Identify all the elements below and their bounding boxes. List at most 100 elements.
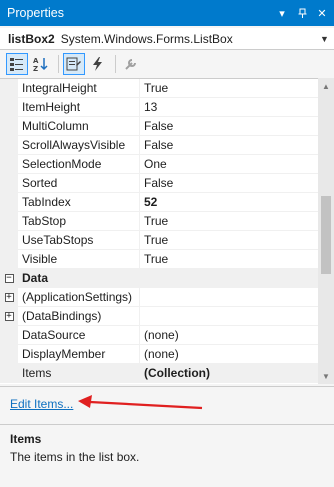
property-name: (DataBindings) [18, 307, 140, 325]
property-row[interactable]: IntegralHeight True [0, 79, 318, 98]
property-name: ScrollAlwaysVisible [18, 136, 140, 154]
events-button[interactable] [87, 53, 109, 75]
svg-text:Z: Z [33, 65, 38, 72]
scrollbar-thumb[interactable] [321, 196, 331, 274]
row-gutter [0, 212, 18, 230]
property-name: (ApplicationSettings) [18, 288, 140, 306]
property-row[interactable]: TabStop True [0, 212, 318, 231]
row-gutter [0, 364, 18, 382]
property-row[interactable]: MultiColumn False [0, 117, 318, 136]
auto-hide-pin-icon[interactable] [294, 5, 310, 21]
events-icon [93, 57, 102, 71]
property-value[interactable]: False [140, 136, 318, 154]
toolbar-separator [58, 55, 59, 73]
property-name: Visible [18, 250, 140, 268]
row-gutter [0, 326, 18, 344]
property-value[interactable]: 13 [140, 98, 318, 116]
toolbar-separator [115, 55, 116, 73]
svg-text:A: A [33, 57, 39, 65]
row-gutter [0, 155, 18, 173]
row-gutter [0, 193, 18, 211]
property-value[interactable]: 52 [140, 193, 318, 211]
row-gutter [0, 231, 18, 249]
edit-items-link[interactable]: Edit Items... [10, 397, 73, 411]
property-value[interactable]: (none) [140, 345, 318, 363]
property-row[interactable]: ItemHeight 13 [0, 98, 318, 117]
chevron-down-icon[interactable]: ▼ [320, 34, 334, 44]
category-label: Data [18, 269, 140, 287]
description-title: Items [10, 432, 42, 446]
property-value[interactable]: False [140, 117, 318, 135]
object-name: listBox2 [8, 31, 55, 46]
property-value[interactable]: False [140, 174, 318, 192]
properties-toolbar: A Z [0, 50, 334, 78]
property-name: UseTabStops [18, 231, 140, 249]
close-icon[interactable]: ✕ [314, 5, 330, 21]
window-title: Properties [7, 6, 64, 20]
object-selector[interactable]: listBox2 System.Windows.Forms.ListBox ▼ [0, 28, 334, 50]
property-row[interactable]: ScrollAlwaysVisible False [0, 136, 318, 155]
property-row[interactable]: + (DataBindings) [0, 307, 318, 326]
property-value[interactable] [140, 307, 318, 325]
property-name: TabIndex [18, 193, 140, 211]
row-gutter: + [0, 288, 18, 306]
description-text: The items in the list box. [10, 450, 140, 464]
row-gutter: + [0, 307, 18, 325]
property-value[interactable]: True [140, 212, 318, 230]
property-row[interactable]: UseTabStops True [0, 231, 318, 250]
row-gutter [0, 98, 18, 116]
property-row[interactable]: DataSource (none) [0, 326, 318, 345]
alphabetical-icon: A Z [33, 57, 48, 72]
row-gutter: − [0, 269, 18, 287]
property-value[interactable] [140, 288, 318, 306]
property-name: DisplayMember [18, 345, 140, 363]
property-name: Sorted [18, 174, 140, 192]
property-pages-button[interactable] [120, 53, 142, 75]
property-row[interactable]: Sorted False [0, 174, 318, 193]
property-value[interactable]: True [140, 79, 318, 97]
row-gutter [0, 345, 18, 363]
property-value[interactable]: True [140, 231, 318, 249]
properties-titlebar: Properties ▾ ✕ [0, 0, 334, 26]
scroll-up-icon[interactable]: ▲ [318, 78, 334, 94]
property-row[interactable]: DisplayMember (none) [0, 345, 318, 364]
property-row[interactable]: Visible True [0, 250, 318, 269]
category-row-data[interactable]: − Data [0, 269, 318, 288]
property-value[interactable]: (Collection) [140, 364, 318, 382]
properties-icon [66, 57, 81, 71]
categorized-icon [10, 58, 23, 71]
annotation-arrow-icon [78, 395, 203, 410]
properties-button[interactable] [63, 53, 85, 75]
property-row[interactable]: SelectionMode One [0, 155, 318, 174]
categorized-button[interactable] [6, 53, 28, 75]
property-name: SelectionMode [18, 155, 140, 173]
property-name: IntegralHeight [18, 79, 140, 97]
property-grid: IntegralHeight True ItemHeight 13 MultiC… [0, 78, 318, 384]
property-name: MultiColumn [18, 117, 140, 135]
collapse-icon[interactable]: − [4, 273, 14, 283]
window-position-dropdown-icon[interactable]: ▾ [274, 5, 290, 21]
property-row[interactable]: TabIndex 52 [0, 193, 318, 212]
scroll-down-icon[interactable]: ▼ [318, 368, 334, 384]
property-value[interactable]: True [140, 250, 318, 268]
property-value[interactable]: (none) [140, 326, 318, 344]
expand-icon[interactable]: + [4, 311, 14, 321]
property-row[interactable]: + (ApplicationSettings) [0, 288, 318, 307]
row-gutter [0, 174, 18, 192]
property-name: Items [18, 364, 140, 382]
property-value[interactable]: One [140, 155, 318, 173]
row-gutter [0, 136, 18, 154]
property-name: ItemHeight [18, 98, 140, 116]
vertical-scrollbar[interactable]: ▲ ▼ [318, 78, 334, 384]
row-gutter [0, 117, 18, 135]
row-gutter [0, 250, 18, 268]
property-pages-icon [125, 59, 136, 70]
description-pane: Items The items in the list box. [0, 424, 334, 487]
property-row-selected[interactable]: Items (Collection) [0, 364, 318, 383]
expand-icon[interactable]: + [4, 292, 14, 302]
row-gutter [0, 79, 18, 97]
category-fill [140, 269, 318, 287]
property-name: DataSource [18, 326, 140, 344]
property-name: TabStop [18, 212, 140, 230]
alphabetical-button[interactable]: A Z [30, 53, 52, 75]
